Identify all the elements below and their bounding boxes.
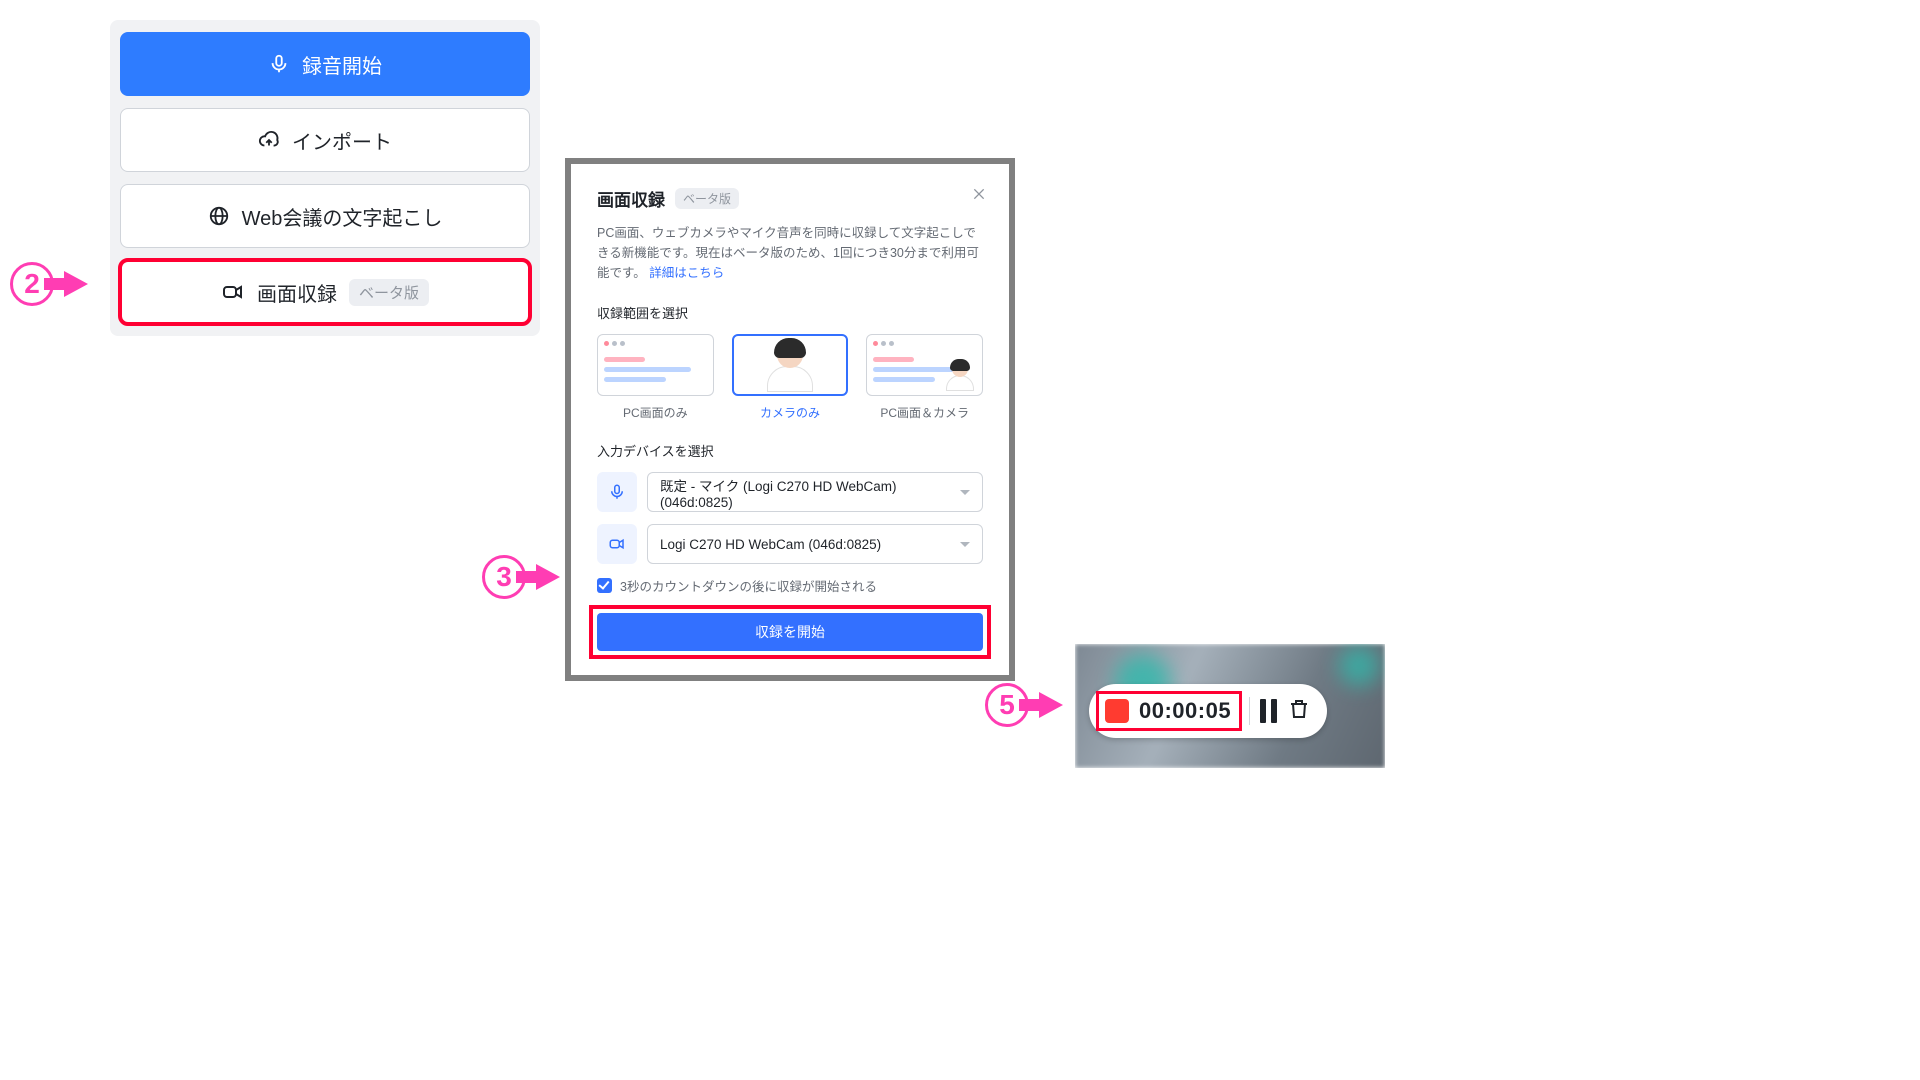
web-meeting-transcribe-button[interactable]: Web会議の文字起こし xyxy=(120,184,530,248)
screen-record-button[interactable]: 画面収録 ベータ版 xyxy=(120,260,530,324)
cloud-upload-icon xyxy=(258,129,280,151)
scope-thumb-pc xyxy=(597,334,714,396)
step-marker-2: 2 xyxy=(10,262,88,306)
scope-option-pc-only[interactable]: PC画面のみ xyxy=(597,334,714,421)
pause-button[interactable] xyxy=(1260,699,1277,723)
step-marker-5: 5 xyxy=(985,683,1063,727)
step-marker-3: 3 xyxy=(482,555,560,599)
close-icon xyxy=(971,186,987,202)
scope-caption: PC画面＆カメラ xyxy=(866,404,983,421)
checkbox-checked-icon xyxy=(597,578,612,593)
elapsed-time: 00:00:05 xyxy=(1139,698,1231,724)
close-button[interactable] xyxy=(971,186,987,207)
start-recording-button[interactable]: 録音開始 xyxy=(120,32,530,96)
beta-badge: ベータ版 xyxy=(675,188,739,209)
mic-select[interactable]: 既定 - マイク (Logi C270 HD WebCam) (046d:082… xyxy=(647,472,983,512)
video-camera-icon xyxy=(221,280,245,304)
scope-option-camera-only[interactable]: カメラのみ xyxy=(732,334,849,421)
main-menu-panel: 録音開始 インポート Web会議の文字起こし 画面収録 ベータ版 xyxy=(110,20,540,336)
stop-icon xyxy=(1105,699,1129,723)
divider xyxy=(1249,697,1250,725)
device-section-label: 入力デバイスを選択 xyxy=(597,441,983,460)
start-recording-button[interactable]: 収録を開始 xyxy=(597,613,983,651)
camera-select-row: Logi C270 HD WebCam (046d:0825) xyxy=(597,524,983,564)
discard-button[interactable] xyxy=(1287,697,1311,726)
pause-icon-bar xyxy=(1260,699,1266,723)
web-meeting-icon xyxy=(208,205,230,227)
recording-control-panel: 00:00:05 xyxy=(1075,644,1385,768)
arrow-icon xyxy=(1039,692,1063,718)
panel-bg xyxy=(1339,646,1379,686)
camera-icon-box xyxy=(597,524,637,564)
screen-record-dialog-frame: 画面収録 ベータ版 PC画面、ウェブカメラやマイク音声を同時に収録して文字起こし… xyxy=(565,158,1015,681)
video-camera-icon xyxy=(608,535,626,553)
camera-select-value: Logi C270 HD WebCam (046d:0825) xyxy=(660,537,881,552)
mic-select-row: 既定 - マイク (Logi C270 HD WebCam) (046d:082… xyxy=(597,472,983,512)
mic-icon-box xyxy=(597,472,637,512)
beta-badge: ベータ版 xyxy=(349,279,429,306)
dialog-description: PC画面、ウェブカメラやマイク音声を同時に収録して文字起こしできる新機能です。現… xyxy=(597,223,983,283)
scope-option-pc-and-camera[interactable]: PC画面＆カメラ xyxy=(866,334,983,421)
web-meeting-label: Web会議の文字起こし xyxy=(242,202,443,231)
recording-pill: 00:00:05 xyxy=(1089,684,1327,738)
mic-select-value: 既定 - マイク (Logi C270 HD WebCam) (046d:082… xyxy=(660,475,952,510)
screen-record-label: 画面収録 xyxy=(257,278,337,307)
screen-record-dialog: 画面収録 ベータ版 PC画面、ウェブカメラやマイク音声を同時に収録して文字起こし… xyxy=(571,164,1009,675)
mic-icon xyxy=(608,483,626,501)
scope-caption: PC画面のみ xyxy=(597,404,714,421)
start-recording-label: 録音開始 xyxy=(302,50,382,79)
start-recording-highlight: 収録を開始 xyxy=(593,609,987,655)
countdown-checkbox-row[interactable]: 3秒のカウントダウンの後に収録が開始される xyxy=(597,576,983,595)
import-label: インポート xyxy=(292,126,392,155)
scope-thumb-pc-camera xyxy=(866,334,983,396)
details-link[interactable]: 詳細はこちら xyxy=(649,266,724,280)
pause-icon-bar xyxy=(1271,699,1277,723)
scope-caption: カメラのみ xyxy=(732,404,849,421)
dialog-title: 画面収録 xyxy=(597,186,665,211)
dialog-header: 画面収録 ベータ版 xyxy=(597,186,983,211)
stop-and-timer-group[interactable]: 00:00:05 xyxy=(1099,694,1239,728)
mic-icon xyxy=(268,53,290,75)
scope-options: PC画面のみ カメラのみ PC画面＆カメラ xyxy=(597,334,983,421)
trash-icon xyxy=(1287,697,1311,721)
arrow-icon xyxy=(536,564,560,590)
scope-thumb-camera xyxy=(732,334,849,396)
arrow-icon xyxy=(64,271,88,297)
start-recording-label: 収録を開始 xyxy=(755,622,825,642)
camera-select[interactable]: Logi C270 HD WebCam (046d:0825) xyxy=(647,524,983,564)
countdown-label: 3秒のカウントダウンの後に収録が開始される xyxy=(620,576,877,595)
import-button[interactable]: インポート xyxy=(120,108,530,172)
scope-section-label: 収録範囲を選択 xyxy=(597,303,983,322)
